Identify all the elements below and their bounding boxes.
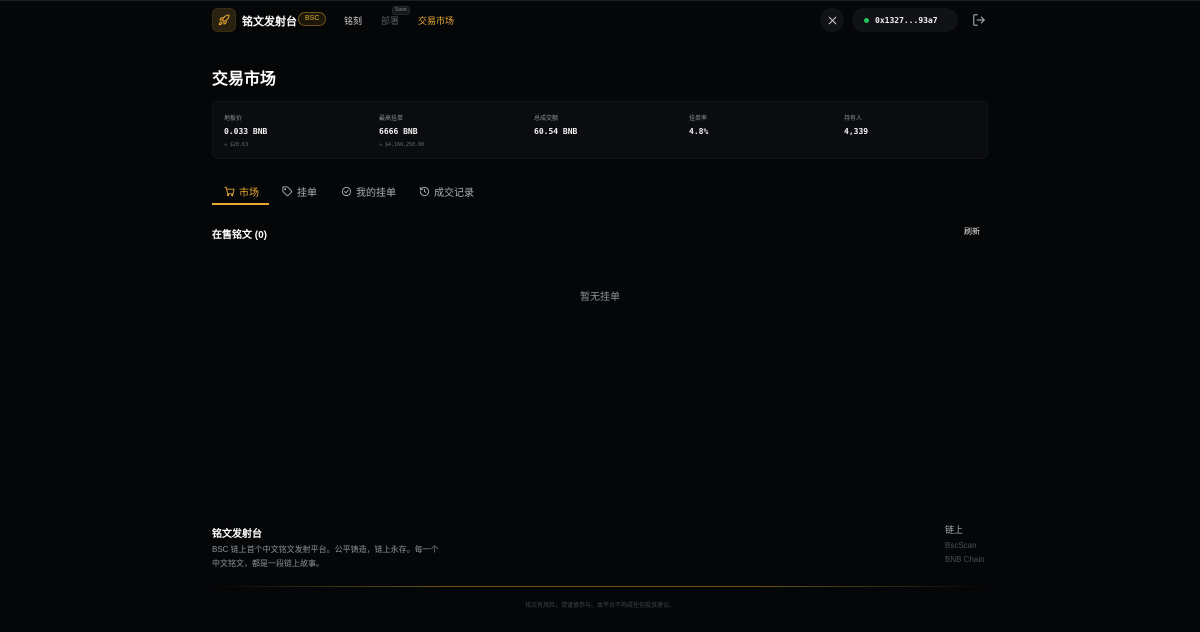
nav-deploy[interactable]: 部署 xyxy=(381,14,399,27)
chain-badge: BSC xyxy=(298,12,327,26)
stat-value: 0.033 BNB xyxy=(224,127,268,136)
tag-icon xyxy=(282,186,293,197)
logo[interactable] xyxy=(212,8,236,32)
tab-list[interactable]: 挂单 xyxy=(282,184,317,199)
cart-icon xyxy=(224,186,235,197)
stat-value: 4.8% xyxy=(689,127,709,136)
nav-mint[interactable]: 铭刻 xyxy=(344,14,362,27)
stat-usd: ≈ $20.63 xyxy=(224,142,249,148)
stat-label: 挂单率 xyxy=(689,116,708,122)
stat-usd: ≈ $4,166,250.00 xyxy=(379,142,425,148)
stat-label: 最高挂单 xyxy=(379,116,404,122)
wallet-button[interactable]: 0x1327...93a7 xyxy=(852,8,958,32)
market-stats: 地板价 0.033 BNB ≈ $20.63 最高挂单 6666 BNB ≈ $… xyxy=(212,101,988,159)
stat-total-volume: 总成交额 60.54 BNB xyxy=(534,113,577,136)
check-circle-icon xyxy=(341,186,352,197)
page-title: 交易市场 xyxy=(212,71,277,88)
brand-name[interactable]: 铭文发射台 xyxy=(242,13,297,29)
tab-label: 挂单 xyxy=(297,188,317,199)
wallet-address: 0x1327...93a7 xyxy=(875,15,938,25)
stat-label: 地板价 xyxy=(224,116,243,122)
stat-value: 4,339 xyxy=(844,127,869,136)
empty-state: 暂无挂单 xyxy=(580,292,620,303)
top-nav: 铭文发射台 BSC 铭刻 部署 Soon 交易市场 0x1327...93a7 xyxy=(212,6,988,34)
tab-label: 市场 xyxy=(239,188,259,199)
stat-value: 6666 BNB xyxy=(379,127,418,136)
footer-links: 链上 BscScan BNB Chain xyxy=(945,523,985,564)
rocket-icon xyxy=(218,14,230,26)
tab-market[interactable]: 市场 xyxy=(224,184,259,199)
tab-label: 成交记录 xyxy=(434,188,474,199)
market-tabs: 市场 挂单 我的挂单 成交记录 xyxy=(212,176,988,206)
stat-label: 总成交额 xyxy=(534,116,559,122)
logout-icon[interactable] xyxy=(972,13,986,27)
soon-badge: Soon xyxy=(392,6,410,15)
stat-highest-listing: 最高挂单 6666 BNB ≈ $4,166,250.00 xyxy=(379,113,424,148)
tab-trade-history[interactable]: 成交记录 xyxy=(419,184,474,199)
active-tab-indicator xyxy=(212,203,269,205)
stat-holders: 持有人 4,339 xyxy=(844,113,868,136)
history-icon xyxy=(419,186,430,197)
stat-listing-rate: 挂单率 4.8% xyxy=(689,113,708,136)
tab-label: 我的挂单 xyxy=(356,188,396,199)
x-social-button[interactable] xyxy=(820,8,844,32)
link-bnb-chain[interactable]: BNB Chain xyxy=(945,555,985,564)
top-border xyxy=(0,0,1200,1)
footer-links-title: 链上 xyxy=(945,525,964,535)
footer-description: BSC 链上首个中文铭文发射平台。公平铸造，链上永存。每一个中文铭文，都是一段链… xyxy=(212,545,439,568)
stat-value: 60.54 BNB xyxy=(534,127,578,136)
footer-disclaimer: 铭文有风险，请谨慎参与。本平台不构成任何投资建议。 xyxy=(524,603,675,609)
stat-label: 持有人 xyxy=(844,116,863,122)
x-logo-icon xyxy=(828,16,836,24)
footer-brand: 铭文发射台 xyxy=(212,529,262,540)
stat-floor-price: 地板价 0.033 BNB ≈ $20.63 xyxy=(224,113,267,148)
listings-title: 在售铭文 (0) xyxy=(212,230,267,241)
footer-divider xyxy=(212,586,988,587)
link-bscscan[interactable]: BscScan xyxy=(945,541,985,550)
refresh-button[interactable]: 刷新 xyxy=(964,226,980,237)
nav-market[interactable]: 交易市场 xyxy=(418,14,454,27)
connected-status-dot xyxy=(864,17,869,23)
tab-my-listings[interactable]: 我的挂单 xyxy=(341,184,396,199)
